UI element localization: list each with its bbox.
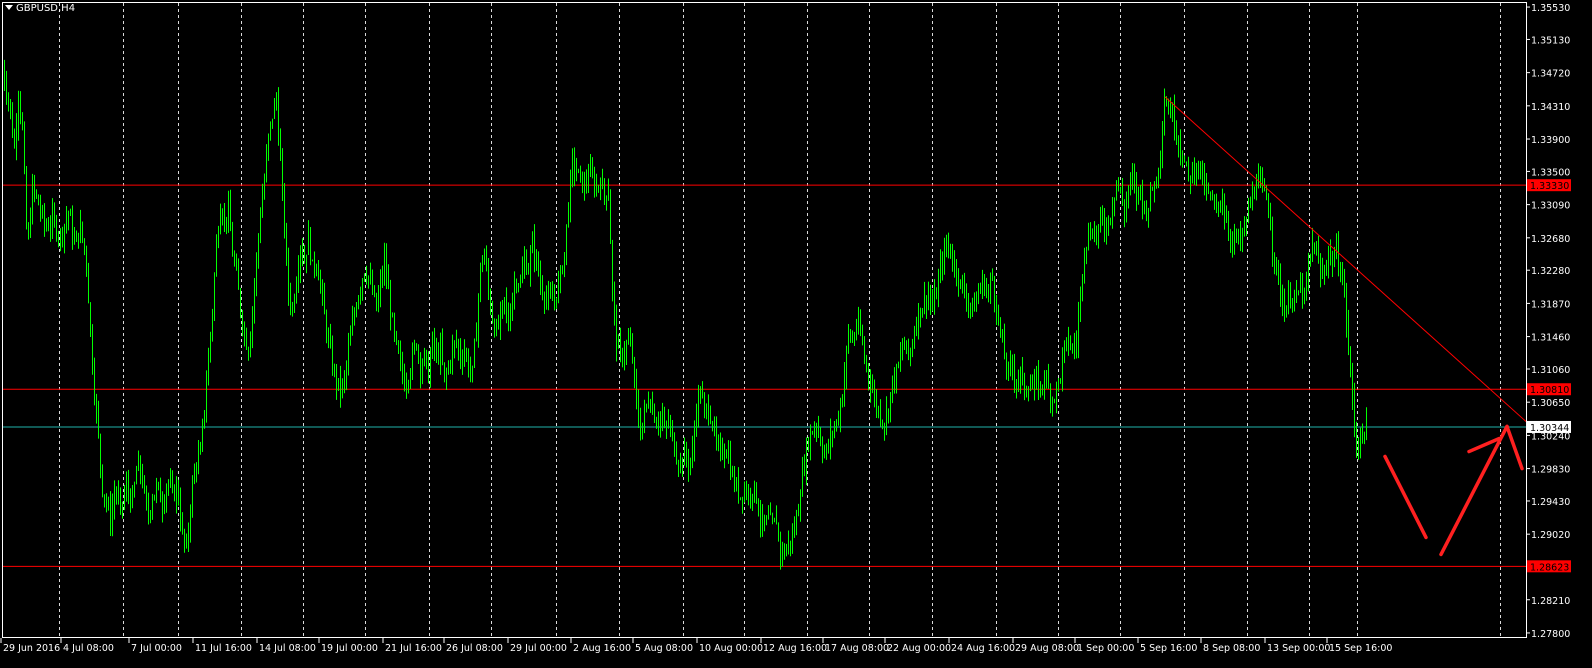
level-price-label: 1.33330 [1530,181,1569,192]
chart-window[interactable]: GBPUSD,H4 1.35530 1.35130 1.34720 1.34310 1.… [0,0,1592,668]
time-tick-label: 21 Jul 16:00 [385,643,442,654]
price-tick-label: 1.31870 [1531,299,1570,310]
hand-drawn-arrow-stroke [1383,454,1428,540]
time-tick-label: 19 Jul 00:00 [321,643,378,654]
level-price-label: 1.30810 [1530,385,1569,396]
price-axis: 1.35530 1.35130 1.34720 1.34310 1.33900 1.335… [1526,3,1571,640]
price-tick-label: 1.34310 [1531,102,1570,113]
trendline [1164,96,1528,423]
hand-drawn-arrow-stroke [1505,424,1524,471]
price-tick-label: 1.33500 [1531,167,1570,178]
time-tick-label: 5 Sep 16:00 [1140,643,1197,654]
price-tick-label: 1.34720 [1531,69,1570,80]
time-tick-label: 26 Jul 08:00 [446,643,503,654]
price-tick-label: 1.33090 [1531,201,1570,212]
price-tick-label: 1.32680 [1531,234,1570,245]
price-tick-label: 1.29020 [1531,530,1570,541]
price-chart[interactable]: 1.35530 1.35130 1.34720 1.34310 1.33900 1.335… [0,0,1592,668]
level-price-label: 1.28623 [1530,562,1569,573]
price-tick-label: 1.31460 [1531,333,1570,344]
time-tick-label: 14 Jul 08:00 [259,643,316,654]
price-tick-label: 1.29430 [1531,497,1570,508]
price-tick-label: 1.29830 [1531,465,1570,476]
price-tick-label: 1.30650 [1531,398,1570,409]
price-tick-label: 1.28210 [1531,596,1570,607]
price-tick-label: 1.31060 [1531,365,1570,376]
time-tick-label: 8 Sep 08:00 [1203,643,1260,654]
chart-frame [2,2,1527,638]
price-tick-label: 1.32280 [1531,266,1570,277]
time-tick-label: 29 Aug 08:00 [1015,643,1079,654]
time-tick-label: 24 Aug 16:00 [951,643,1015,654]
price-tick-label: 1.35530 [1531,3,1570,14]
time-tick-label: 22 Aug 00:00 [887,643,951,654]
plot-border [2,2,1527,638]
candles-layer [2,41,1367,570]
time-tick-label: 29 Jul 00:00 [510,643,567,654]
time-tick-label: 29 Jun 2016 [3,643,60,654]
time-tick-label: 12 Aug 16:00 [763,643,827,654]
price-tick-label: 1.33900 [1531,135,1570,146]
time-tick-label: 11 Jul 16:00 [195,643,252,654]
time-tick-label: 2 Aug 16:00 [573,643,631,654]
time-tick-label: 15 Sep 16:00 [1329,643,1392,654]
price-tick-label: 1.35130 [1531,35,1570,46]
hand-drawn-arrow-stroke [1439,424,1509,557]
price-tick-label: 1.27800 [1531,629,1570,640]
time-tick-label: 4 Jul 08:00 [63,643,114,654]
time-tick-label: 10 Aug 00:00 [699,643,763,654]
time-axis: 29 Jun 2016 4 Jul 08:00 7 Jul 00:00 11 Jul … [0,638,1392,654]
time-tick-label: 5 Aug 08:00 [635,643,693,654]
time-tick-label: 13 Sep 00:00 [1267,643,1330,654]
bid-price-label: 1.30344 [1530,423,1569,434]
levels-layer [3,184,1526,567]
time-tick-label: 7 Jul 00:00 [131,643,182,654]
time-tick-label: 1 Sep 00:00 [1077,643,1134,654]
time-tick-label: 17 Aug 08:00 [825,643,889,654]
